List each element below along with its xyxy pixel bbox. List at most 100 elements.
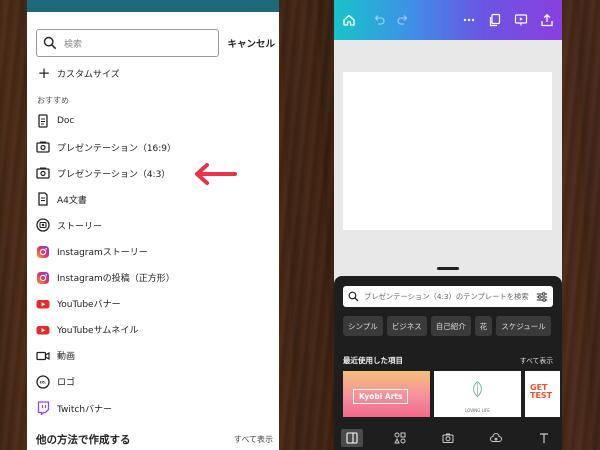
elements-icon <box>394 432 406 444</box>
more-icon <box>463 18 475 22</box>
chip-flower[interactable]: 花 <box>474 316 493 336</box>
instagram-icon <box>36 245 50 259</box>
design-type-picker: 検索 キャンセル + カスタムサイズ おすすめ Doc プレゼンテーション（16… <box>27 0 279 450</box>
more-button[interactable] <box>460 11 478 29</box>
youtube-icon <box>36 297 50 311</box>
templates-icon <box>346 432 358 444</box>
list-item-doc[interactable]: Doc <box>36 108 279 134</box>
nav-templates-button[interactable] <box>341 429 363 447</box>
list-item-presentation-16-9[interactable]: プレゼンテーション（16:9） <box>36 134 279 160</box>
list-item-label: A4文書 <box>57 195 87 206</box>
see-all-link[interactable]: すべて表示 <box>234 434 273 445</box>
svg-text:co.: co. <box>40 380 47 385</box>
chip-schedule[interactable]: スケジュール <box>496 316 551 336</box>
list-item-label: YouTubeバナー <box>57 300 121 311</box>
present-button[interactable] <box>512 11 530 29</box>
thumbnail-title: GET TEST <box>530 383 553 400</box>
design-canvas-page[interactable] <box>343 72 552 230</box>
list-item-instagram-story[interactable]: Instagramストーリー <box>36 238 279 264</box>
template-thumbnail[interactable]: Kyobi Arts <box>343 371 430 417</box>
document-icon <box>36 192 50 206</box>
search-icon <box>348 291 359 302</box>
text-icon <box>540 433 548 443</box>
present-icon <box>514 14 528 26</box>
other-methods-row: 他の方法で作成する すべて表示 <box>36 432 273 447</box>
recent-header: 最近使用した項目 すべて表示 <box>343 355 553 366</box>
undo-icon <box>374 15 385 25</box>
section-label-recommended: おすすめ <box>37 96 69 105</box>
category-chips: シンプル ビジネス 自己紹介 花 スケジュール <box>343 316 551 336</box>
list-item-label: Doc <box>57 116 75 127</box>
story-icon <box>36 218 50 233</box>
nav-camera-button[interactable] <box>437 429 459 447</box>
chip-self-intro[interactable]: 自己紹介 <box>430 316 471 336</box>
list-item-presentation-4-3[interactable]: プレゼンテーション（4:3） <box>36 160 279 186</box>
recent-heading: 最近使用した項目 <box>343 356 403 365</box>
video-icon <box>36 349 50 363</box>
sheet-drag-handle[interactable] <box>437 267 459 270</box>
doc-icon <box>36 114 50 128</box>
pages-button[interactable] <box>486 11 504 29</box>
home-icon <box>343 14 355 26</box>
red-arrow-annotation <box>195 163 237 185</box>
list-item-instagram-post[interactable]: Instagramの投稿（正方形） <box>36 265 279 291</box>
search-row: 検索 キャンセル <box>36 29 275 57</box>
recent-thumbnails: Kyobi Arts LOVING LIFE GET TEST <box>343 371 560 417</box>
undo-button[interactable] <box>370 11 388 29</box>
instagram-icon <box>36 271 50 285</box>
list-item-video[interactable]: 動画 <box>36 343 279 369</box>
thumbnail-title: LOVING LIFE <box>465 408 490 413</box>
redo-icon <box>397 15 408 25</box>
filter-icon[interactable] <box>536 291 548 303</box>
share-icon <box>541 13 553 27</box>
leaf-icon <box>473 380 482 398</box>
search-icon <box>43 36 57 50</box>
list-item-label: YouTubeサムネイル <box>57 326 139 337</box>
custom-size-button[interactable]: + カスタムサイズ <box>37 64 120 82</box>
presentation-icon <box>36 166 50 180</box>
list-item-logo[interactable]: co. ロゴ <box>36 369 279 395</box>
list-item-youtube-banner[interactable]: YouTubeバナー <box>36 291 279 317</box>
list-item-story[interactable]: ストーリー <box>36 212 279 238</box>
canva-editor: プレゼンテーション（4:3）のテンプレートを検索 シンプル ビジネス 自己紹介 … <box>334 0 562 450</box>
status-bar <box>27 0 279 12</box>
template-search-placeholder: プレゼンテーション（4:3）のテンプレートを検索 <box>364 291 529 301</box>
list-item-twitch-banner[interactable]: Twitchバナー <box>36 395 279 421</box>
search-input[interactable]: 検索 <box>36 29 220 57</box>
presentation-icon <box>36 140 50 154</box>
logo-icon: co. <box>36 375 50 389</box>
design-type-list: Doc プレゼンテーション（16:9） プレゼンテーション（4:3） A4文書 … <box>36 108 279 421</box>
list-item-label: ストーリー <box>57 221 103 232</box>
thumbnail-title: Kyobi Arts <box>353 389 409 404</box>
nav-text-button[interactable] <box>533 429 555 447</box>
template-thumbnail[interactable]: LOVING LIFE <box>434 371 521 417</box>
list-item-label: Twitchバナー <box>57 404 113 415</box>
editor-toolbar <box>334 0 562 40</box>
cloud-upload-icon <box>490 433 502 442</box>
template-sheet: プレゼンテーション（4:3）のテンプレートを検索 シンプル ビジネス 自己紹介 … <box>334 276 562 450</box>
share-button[interactable] <box>538 11 556 29</box>
list-item-a4-document[interactable]: A4文書 <box>36 186 279 212</box>
custom-size-label: カスタムサイズ <box>57 69 120 80</box>
redo-button[interactable] <box>394 11 412 29</box>
youtube-icon <box>36 323 50 337</box>
chip-business[interactable]: ビジネス <box>386 316 427 336</box>
chip-simple[interactable]: シンプル <box>343 316 383 336</box>
search-placeholder: 検索 <box>64 39 83 50</box>
template-thumbnail[interactable]: GET TEST <box>525 371 560 417</box>
list-item-label: Instagramストーリー <box>57 248 148 259</box>
cancel-button[interactable]: キャンセル <box>227 36 275 50</box>
see-all-link[interactable]: すべて表示 <box>520 355 553 366</box>
list-item-label: プレゼンテーション（16:9） <box>57 143 177 154</box>
editor-bottom-nav <box>334 426 562 450</box>
list-item-label: Instagramの投稿（正方形） <box>57 274 175 285</box>
list-item-label: 動画 <box>57 352 76 363</box>
nav-upload-button[interactable] <box>485 429 507 447</box>
plus-icon: + <box>37 64 51 82</box>
nav-elements-button[interactable] <box>389 429 411 447</box>
template-search-input[interactable]: プレゼンテーション（4:3）のテンプレートを検索 <box>343 286 553 307</box>
list-item-youtube-thumbnail[interactable]: YouTubeサムネイル <box>36 317 279 343</box>
twitch-icon <box>36 401 50 416</box>
list-item-label: ロゴ <box>57 378 76 389</box>
home-button[interactable] <box>340 11 358 29</box>
